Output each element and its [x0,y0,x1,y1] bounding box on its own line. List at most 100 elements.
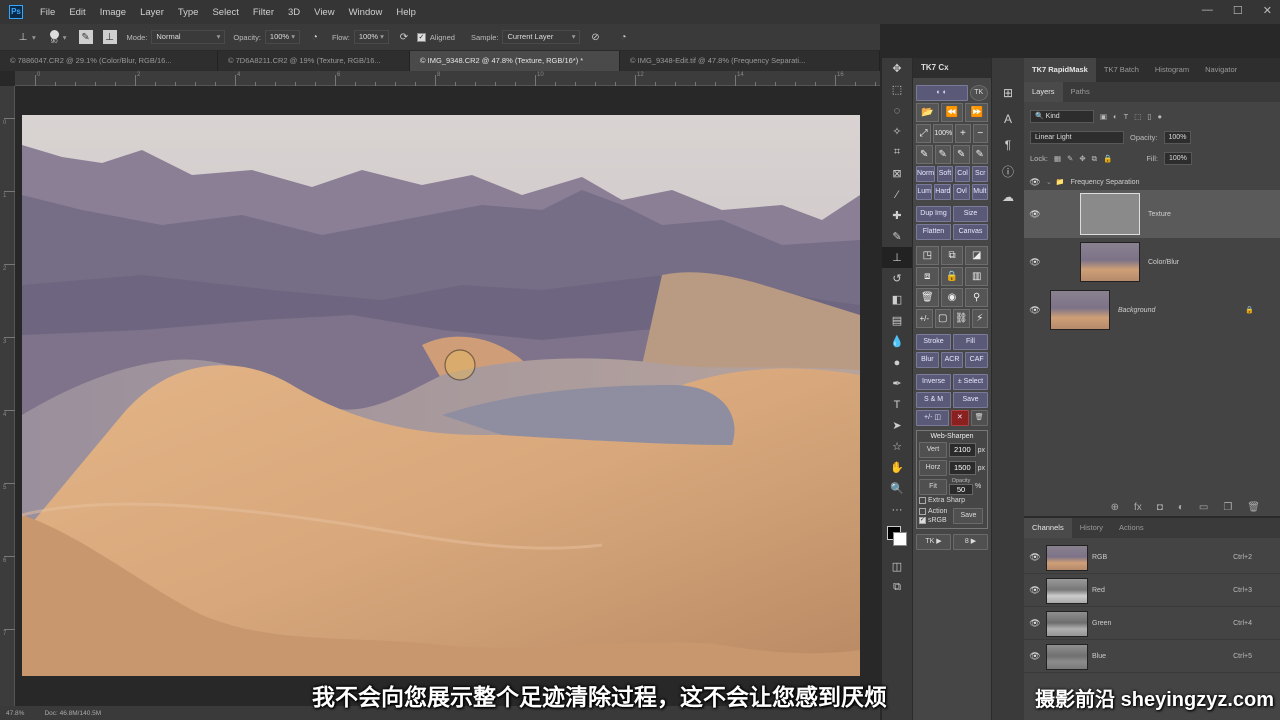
brush-panel-icon[interactable]: ✎ [78,30,93,44]
mode-select[interactable]: Normal ▾ [151,30,226,44]
lock-transparent-icon[interactable]: ▦ [1054,154,1061,163]
cancel-x-icon[interactable]: ✕ [951,410,969,426]
vert-button[interactable]: Vert [919,442,947,458]
layer-row-color-blur[interactable]: 👁 Color/Blur [1024,238,1280,286]
channel-row-blue[interactable]: 👁 Blue Ctrl+5 [1024,641,1280,673]
lock-artboard-icon[interactable]: ⧉ [1092,154,1097,164]
tab-paths[interactable]: Paths [1063,82,1098,102]
zoom-level[interactable]: 47.8% [6,710,24,717]
tk7-mode-toggle[interactable]: ◐ ◐ [916,85,968,101]
mask-toggle-button[interactable]: +/- ◫ [916,410,949,426]
open-folder-icon[interactable]: 📂 [916,103,939,122]
toggle-mask-icon[interactable]: +/- [916,309,933,328]
blend-lum-button[interactable]: Lum [916,184,933,200]
ws-opacity-input[interactable]: 50 [949,484,973,495]
layer-group-row[interactable]: 👁 ⌄ 📁 Frequency Separation [1024,174,1280,190]
filter-pixel-icon[interactable]: ▣ [1100,112,1107,121]
eraser-tool-icon[interactable]: ◧ [882,289,912,310]
paragraph-icon[interactable]: ¶ [992,132,1024,158]
menu-edit[interactable]: Edit [69,7,85,18]
layer-row-texture[interactable]: 👁 Texture [1024,190,1280,238]
delete-layer-icon[interactable]: 🗑 [1247,502,1260,513]
dodge-tool-icon[interactable]: ● [882,352,912,373]
srgb-checkbox[interactable]: ✓ [919,517,926,524]
forward-icon[interactable]: ⏩ [965,103,989,122]
filter-adjust-icon[interactable]: ◐ [1113,112,1118,121]
tab-tk7-batch[interactable]: TK7 Batch [1096,58,1147,82]
clone-source-icon[interactable]: ⊥ [102,30,117,44]
tab-actions[interactable]: Actions [1111,518,1152,538]
stroke-button[interactable]: Stroke [916,334,951,350]
character-icon[interactable]: A [992,106,1024,132]
aligned-checkbox[interactable]: ✓ [416,32,426,42]
gradient-tool-icon[interactable]: ▤ [882,310,912,331]
type-tool-icon[interactable]: T [882,394,912,415]
mask-icon[interactable]: ▥ [965,267,989,286]
layer-style-icon[interactable]: fx [1134,502,1142,513]
quick-select-tool-icon[interactable]: ✧ [882,121,912,142]
tab-layers[interactable]: Layers [1024,82,1063,102]
extra-sharp-checkbox[interactable] [919,497,926,504]
group-chevron-icon[interactable]: ⌄ [1046,178,1052,186]
menu-file[interactable]: File [40,7,55,18]
filter-shape-icon[interactable]: ⬚ [1134,112,1141,121]
add-mask-icon[interactable]: ◘ [1157,502,1163,513]
delete-layer-icon[interactable]: 🗑 [916,288,939,307]
brush-gray-icon[interactable]: ✎ [971,145,988,164]
visibility-eye-icon[interactable]: 👁 [1024,305,1046,316]
channel-row-rgb[interactable]: 👁 RGB Ctrl+2 [1024,542,1280,574]
dropdown-arrow-icon[interactable]: ▾ [32,33,36,42]
ignore-adjustment-icon[interactable]: ⊘ [588,30,602,44]
pin-icon[interactable]: ⚲ [965,288,989,307]
new-layer-icon[interactable]: ◳ [916,246,939,265]
kind-filter-select[interactable]: 🔍 Kind [1030,110,1094,123]
color-swatches[interactable] [882,520,912,556]
layer-row-background[interactable]: 👁 Background 🔒 [1024,286,1280,334]
layer-copy-icon[interactable]: ⧉ [940,246,964,265]
menu-filter[interactable]: Filter [253,7,274,18]
camera-icon[interactable]: ◉ [940,288,964,307]
clone-stamp-icon[interactable]: ⊥ [16,30,30,44]
quick-mask-icon[interactable]: ◫ [882,556,912,577]
filter-toggle-icon[interactable]: ● [1157,112,1162,121]
path-select-tool-icon[interactable]: ➤ [882,415,912,436]
link-icon[interactable]: ⛓ [953,309,970,328]
sample-select[interactable]: Current Layer ▾ [502,30,581,44]
fit-button[interactable]: Fit [919,478,947,495]
bolt-icon[interactable]: ⚡ [971,309,988,328]
brush-dropdown-icon[interactable]: ▾ [63,33,67,42]
visibility-eye-icon[interactable]: 👁 [1024,209,1046,220]
tab-histogram[interactable]: Histogram [1147,58,1197,82]
pressure-opacity-icon[interactable]: ◔ [308,30,322,44]
background-color-swatch[interactable] [893,532,907,546]
airbrush-icon[interactable]: ⟳ [397,30,411,44]
screen-mode-icon[interactable]: ⧉ [882,577,912,598]
doc-tab-4[interactable]: © IMG_9348-Edit.tif @ 47.8% (Frequency S… [620,51,880,71]
tab-tk7-rapidmask[interactable]: TK7 RapidMask [1024,58,1096,82]
hand-tool-icon[interactable]: ✋ [882,457,912,478]
doc-tab-1[interactable]: © 7886047.CR2 @ 29.1% (Color/Blur, RGB/1… [0,51,218,71]
visibility-eye-icon[interactable]: 👁 [1024,651,1046,662]
menu-help[interactable]: Help [396,7,416,18]
lasso-tool-icon[interactable]: ◌ [882,100,912,121]
tk-actions-button[interactable]: 8 ▶ [953,534,988,550]
properties-icon[interactable]: ⊞ [992,80,1024,106]
trash-icon[interactable]: 🗑 [970,410,988,426]
minimize-button[interactable]: — [1202,4,1213,17]
filter-type-icon[interactable]: T [1124,112,1129,121]
visibility-eye-icon[interactable]: 👁 [1024,585,1046,596]
blend-mult-button[interactable]: Mult [971,184,988,200]
vert-value-input[interactable]: 2100 [949,443,976,457]
tk-menu-button[interactable]: TK ▶ [916,534,951,550]
acr-button[interactable]: ACR [940,352,964,368]
zoom-out-icon[interactable]: − [972,124,988,143]
save-button[interactable]: Save [953,392,988,408]
blend-scr-button[interactable]: Scr [972,166,988,182]
merge-icon[interactable]: ⧈ [916,267,939,286]
pressure-size-icon[interactable]: ◔ [616,30,630,44]
lock-icon[interactable]: 🔒 [940,267,964,286]
menu-view[interactable]: View [314,7,334,18]
fill-input[interactable]: 100% [1164,152,1192,165]
canvas-button[interactable]: Canvas [953,224,988,240]
move-tool-icon[interactable]: ✥ [882,58,912,79]
